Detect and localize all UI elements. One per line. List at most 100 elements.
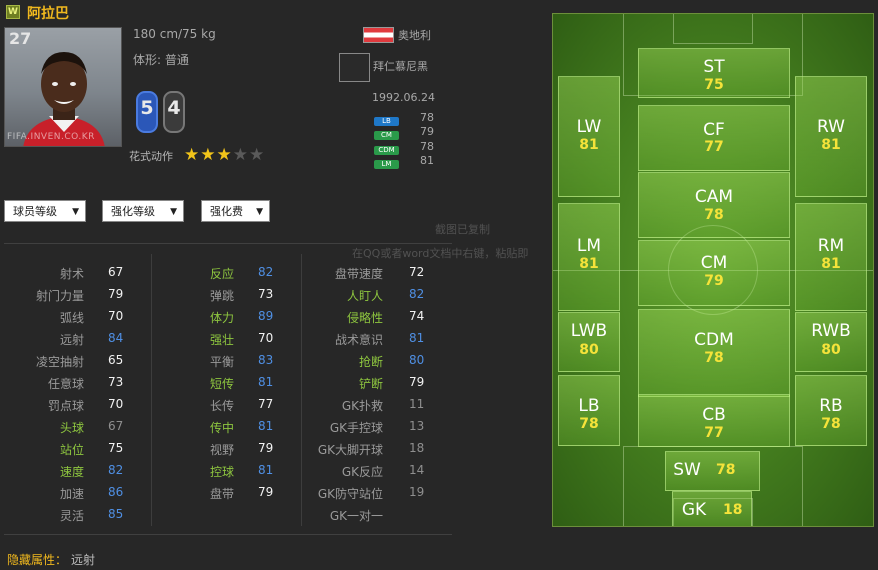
pitch-position-rm[interactable]: RM 81 (795, 203, 867, 311)
attribute-value: 79 (108, 287, 124, 301)
attribute-value: 79 (409, 375, 425, 389)
pitch-position-sw[interactable]: SW 78 (665, 451, 760, 491)
pitch-position-rating: 18 (723, 502, 743, 518)
pitch-position-rwb[interactable]: RWB 80 (795, 312, 867, 372)
dropdown-label: 球员等级 (13, 205, 57, 218)
pitch-position-name: CAM (694, 187, 734, 207)
attribute-value: 80 (409, 353, 425, 367)
dropdown-label: 强化费 (210, 205, 243, 218)
right-foot-rating: 5 (136, 91, 158, 133)
attribute-label: 站位 (59, 443, 84, 457)
pitch-position-cb[interactable]: CB 77 (638, 394, 790, 447)
attribute-label: GK防守站位 (317, 487, 383, 501)
dropdown-label: 强化等级 (111, 205, 155, 218)
pitch-position-cf[interactable]: CF 77 (638, 105, 790, 171)
attribute-value: 65 (108, 353, 124, 367)
pitch-position-rating: 81 (821, 137, 841, 153)
attribute-value: 14 (409, 463, 425, 477)
nation-flag-icon (363, 27, 394, 43)
attribute-value: 67 (108, 419, 124, 433)
pitch-position-rating: 78 (704, 350, 724, 366)
position-rating-value: 81 (420, 154, 434, 167)
attribute-label: 任意球 (47, 377, 84, 391)
column-divider (301, 254, 302, 526)
player-grade-badge: W (6, 5, 20, 19)
pitch-position-name: LWB (570, 321, 608, 341)
pitch-position-lw[interactable]: LW 81 (558, 76, 620, 197)
pitch-position-cam[interactable]: CAM 78 (638, 172, 790, 238)
star-icon: ★ (216, 145, 233, 165)
attribute-value: 74 (409, 309, 425, 323)
filter-dropdown[interactable]: 强化等级 ▼ (102, 200, 184, 222)
pitch-position-name: CDM (694, 330, 734, 350)
position-badge: LM (374, 159, 399, 169)
attribute-value: 83 (258, 353, 274, 367)
attribute-label: 长传 (209, 399, 234, 413)
chevron-down-icon: ▼ (72, 207, 79, 217)
attribute-value: 81 (258, 375, 274, 389)
position-rating-row: CM 79 (374, 125, 440, 140)
pitch-position-name: CM (700, 253, 728, 273)
attribute-label: GK反应 (341, 465, 383, 479)
attribute-value: 70 (258, 331, 274, 345)
pitch-position-rating: 80 (821, 342, 841, 358)
pitch-position-st[interactable]: ST 75 (638, 48, 790, 98)
pitch-position-name: LB (578, 396, 600, 416)
attribute-label: 抢断 (358, 355, 383, 369)
pitch-position-rb[interactable]: RB 78 (795, 375, 867, 446)
pitch-position-gk[interactable]: GK 18 (672, 491, 752, 526)
pitch-position-rw[interactable]: RW 81 (795, 76, 867, 197)
attribute-label: GK扑救 (341, 399, 383, 413)
attribute-label: 平衡 (209, 355, 234, 369)
attribute-label: 人盯人 (346, 289, 383, 303)
star-icon: ★ (184, 145, 201, 165)
pitch-position-rating: 78 (821, 416, 841, 432)
position-badge: CM (374, 130, 399, 140)
attribute-value: 81 (258, 463, 274, 477)
pitch-position-name: SW (673, 460, 701, 480)
attribute-value: 89 (258, 309, 274, 323)
attribute-label: 强壮 (209, 333, 234, 347)
pitch-position-cm[interactable]: CM 79 (638, 240, 790, 306)
attribute-label: GK大脚开球 (317, 443, 383, 457)
pitch-position-name: RM (817, 236, 845, 256)
pitch-position-rating: 78 (716, 462, 736, 478)
pitch-position-rating: 79 (704, 273, 724, 289)
attribute-value: 19 (409, 485, 425, 499)
position-pitch: ST 75 LW 81 CF 77 RW 81 CAM 78 LM 81 CM 79 RM 81 LWB 80 CD… (552, 13, 874, 527)
height-weight: 180 cm/75 kg (133, 27, 216, 41)
pitch-position-lb[interactable]: LB 78 (558, 375, 620, 446)
chevron-down-icon: ▼ (256, 207, 263, 217)
column-divider (151, 254, 152, 526)
left-foot-rating: 4 (163, 91, 185, 133)
attribute-value: 13 (409, 419, 425, 433)
pitch-position-cdm[interactable]: CDM 78 (638, 309, 790, 397)
attribute-value: 81 (258, 419, 274, 433)
attribute-label: 远射 (59, 333, 84, 347)
pitch-position-name: ST (703, 57, 725, 77)
attribute-value: 18 (409, 441, 425, 455)
star-icon: ★ (200, 145, 217, 165)
attribute-label: 传中 (209, 421, 234, 435)
pitch-position-name: RW (817, 117, 845, 137)
attribute-value: 73 (108, 375, 124, 389)
attribute-value: 79 (258, 441, 274, 455)
attribute-label: 短传 (209, 377, 234, 391)
divider (4, 534, 452, 535)
position-rating-value: 78 (420, 140, 434, 153)
pitch-position-lwb[interactable]: LWB 80 (558, 312, 620, 372)
attribute-value: 82 (108, 463, 124, 477)
attribute-value: 79 (258, 485, 274, 499)
position-badge: CDM (374, 145, 399, 155)
pitch-position-lm[interactable]: LM 81 (558, 203, 620, 311)
pitch-position-rating: 75 (704, 77, 724, 93)
filter-dropdown[interactable]: 球员等级 ▼ (4, 200, 86, 222)
position-rating-value: 78 (420, 111, 434, 124)
filter-dropdown[interactable]: 强化费 ▼ (201, 200, 270, 222)
attribute-label: 罚点球 (47, 399, 84, 413)
hidden-traits-value: 远射 (71, 553, 96, 567)
pitch-position-rating: 81 (821, 256, 841, 272)
attribute-label: 灵活 (59, 509, 84, 523)
attribute-label: GK一对一 (329, 509, 383, 523)
skill-moves-label: 花式动作 (129, 150, 173, 163)
